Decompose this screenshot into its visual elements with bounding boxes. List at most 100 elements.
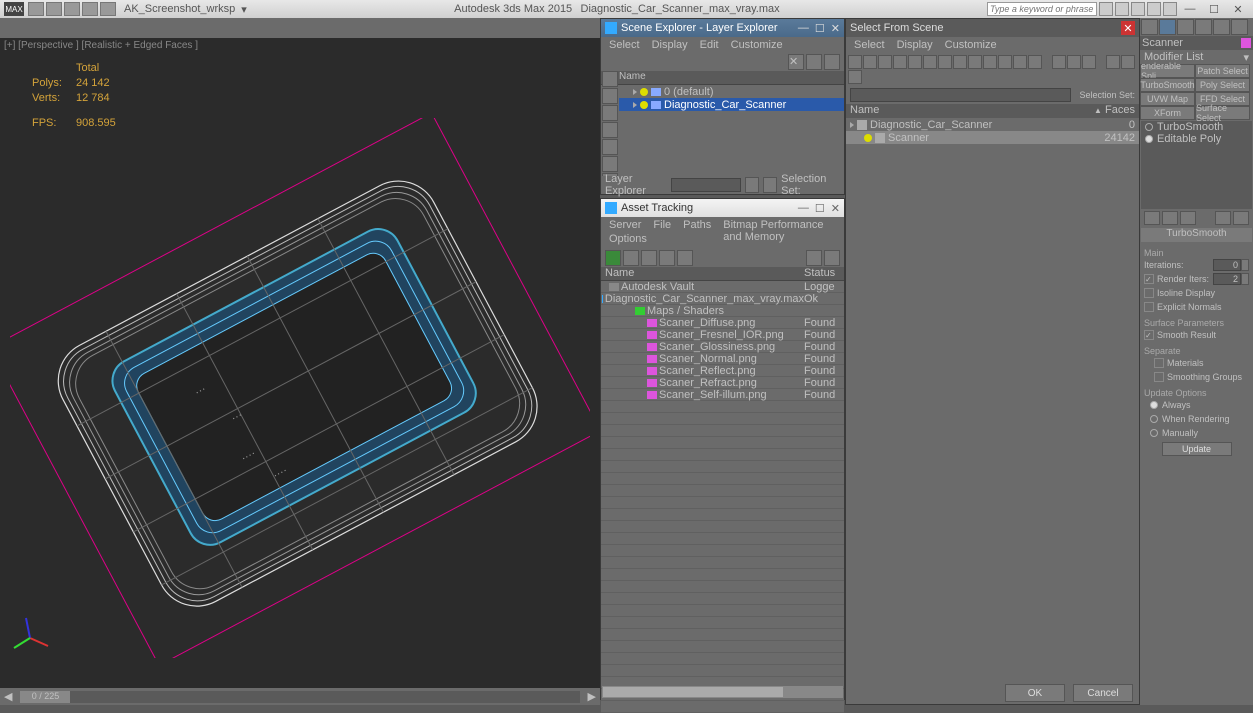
cancel-button[interactable]: Cancel bbox=[1073, 684, 1133, 702]
stack-item[interactable]: Editable Poly bbox=[1141, 133, 1252, 145]
se-tb-btn-2[interactable] bbox=[806, 54, 822, 70]
maximize-button[interactable]: ☐ bbox=[1203, 2, 1225, 16]
asset-row[interactable]: Scaner_Diffuse.pngFound bbox=[601, 317, 844, 329]
window-maximize-icon[interactable]: ☐ bbox=[815, 202, 825, 215]
asset-row[interactable]: Scaner_Refract.pngFound bbox=[601, 377, 844, 389]
tab-motion-icon[interactable] bbox=[1195, 19, 1212, 35]
mod-btn[interactable]: enderable Spli bbox=[1140, 64, 1195, 78]
sfs-flt-7[interactable] bbox=[938, 55, 952, 69]
bulb-icon[interactable] bbox=[640, 88, 648, 96]
sfs-row[interactable]: Scanner 24142 bbox=[846, 131, 1139, 144]
smooth-result-check[interactable] bbox=[1144, 330, 1154, 340]
sfs-flt-14[interactable] bbox=[1052, 55, 1066, 69]
tb-open-icon[interactable] bbox=[46, 2, 62, 16]
stack-unique-icon[interactable] bbox=[1180, 211, 1196, 225]
mod-btn[interactable]: Patch Select bbox=[1195, 64, 1250, 78]
sfs-row[interactable]: Diagnostic_Car_Scanner 0 bbox=[846, 118, 1139, 131]
sfs-flt-6[interactable] bbox=[923, 55, 937, 69]
tab-create-icon[interactable] bbox=[1141, 19, 1158, 35]
sfs-flt-8[interactable] bbox=[953, 55, 967, 69]
tb-new-icon[interactable] bbox=[28, 2, 44, 16]
frame-back-icon[interactable]: ◀ bbox=[0, 690, 16, 703]
scene-explorer-header[interactable]: Name bbox=[601, 71, 844, 85]
sfs-flt-5[interactable] bbox=[908, 55, 922, 69]
at-btn-7[interactable] bbox=[824, 250, 840, 266]
frame-fwd-icon[interactable]: ▶ bbox=[584, 690, 600, 703]
menu-options[interactable]: Options bbox=[609, 233, 647, 247]
isoline-check[interactable] bbox=[1144, 288, 1154, 298]
at-btn-6[interactable] bbox=[806, 250, 822, 266]
asset-row[interactable]: Scaner_Reflect.pngFound bbox=[601, 365, 844, 377]
radio-manually[interactable] bbox=[1150, 429, 1158, 437]
mod-btn[interactable]: Poly Select bbox=[1195, 78, 1250, 92]
render-iters-spinner[interactable]: 2 bbox=[1213, 273, 1241, 285]
stack-pin-icon[interactable] bbox=[1144, 211, 1160, 225]
menu-file[interactable]: File bbox=[653, 219, 671, 231]
sfs-flt-13[interactable] bbox=[1028, 55, 1042, 69]
sfs-flt-1[interactable] bbox=[848, 55, 862, 69]
menu-display[interactable]: Display bbox=[897, 39, 933, 51]
at-btn-4[interactable] bbox=[659, 250, 675, 266]
at-btn-2[interactable] bbox=[623, 250, 639, 266]
sfs-flt-15[interactable] bbox=[1067, 55, 1081, 69]
asset-row[interactable]: Autodesk VaultLogge bbox=[601, 281, 844, 293]
rollout-header[interactable]: TurboSmooth bbox=[1141, 228, 1252, 242]
tab-modify-icon[interactable] bbox=[1159, 19, 1176, 35]
filter-btn-5[interactable] bbox=[602, 139, 618, 155]
tb-redo-icon[interactable] bbox=[100, 2, 116, 16]
tab-hierarchy-icon[interactable] bbox=[1177, 19, 1194, 35]
sfs-flt-2[interactable] bbox=[863, 55, 877, 69]
asset-row[interactable]: Scaner_Normal.pngFound bbox=[601, 353, 844, 365]
workspace-label[interactable]: AK_Screenshot_wrksp bbox=[124, 3, 235, 15]
viewport[interactable]: [+] [Perspective ] [Realistic + Edged Fa… bbox=[0, 38, 600, 688]
menu-server[interactable]: Server bbox=[609, 219, 641, 231]
radio-always[interactable] bbox=[1150, 401, 1158, 409]
asset-row[interactable]: Scaner_Glossiness.pngFound bbox=[601, 341, 844, 353]
minimize-button[interactable]: — bbox=[1179, 2, 1201, 16]
sfs-titlebar[interactable]: Select From Scene ✕ bbox=[846, 19, 1139, 37]
sfs-flt-17[interactable] bbox=[1106, 55, 1120, 69]
sfs-close-button[interactable]: ✕ bbox=[1121, 21, 1135, 35]
menu-select[interactable]: Select bbox=[854, 39, 885, 51]
smoothgrp-check[interactable] bbox=[1154, 372, 1164, 382]
bulb-icon[interactable] bbox=[640, 101, 648, 109]
radio-rendering[interactable] bbox=[1150, 415, 1158, 423]
sfs-flt-16[interactable] bbox=[1082, 55, 1096, 69]
sfs-flt-11[interactable] bbox=[998, 55, 1012, 69]
spinner-up-icon[interactable] bbox=[1241, 273, 1249, 285]
tb-undo-icon[interactable] bbox=[82, 2, 98, 16]
filter-btn-2[interactable] bbox=[602, 88, 618, 104]
iterations-spinner[interactable]: 0 bbox=[1213, 259, 1241, 271]
stack-show-icon[interactable] bbox=[1162, 211, 1178, 225]
filter-btn-1[interactable] bbox=[602, 71, 618, 87]
asset-tracking-titlebar[interactable]: Asset Tracking —☐✕ bbox=[601, 199, 844, 217]
asset-row[interactable]: Scaner_Self-illum.pngFound bbox=[601, 389, 844, 401]
tree-row[interactable]: 0 (default) bbox=[619, 85, 844, 98]
sfs-flt-4[interactable] bbox=[893, 55, 907, 69]
tb-save-icon[interactable] bbox=[64, 2, 80, 16]
se-btm-btn-2[interactable] bbox=[763, 177, 777, 193]
object-name-field[interactable]: Scanner bbox=[1140, 36, 1253, 50]
se-tb-btn-3[interactable] bbox=[824, 54, 840, 70]
stack-remove-icon[interactable] bbox=[1215, 211, 1231, 225]
sfs-flt-19[interactable] bbox=[848, 70, 862, 84]
subs-icon[interactable] bbox=[1115, 2, 1129, 16]
sfs-header[interactable]: Name ▲ Faces bbox=[846, 104, 1139, 118]
tab-display-icon[interactable] bbox=[1213, 19, 1230, 35]
asset-row[interactable]: Scaner_Fresnel_IOR.pngFound bbox=[601, 329, 844, 341]
filter-btn-6[interactable] bbox=[602, 156, 618, 172]
window-maximize-icon[interactable]: ☐ bbox=[815, 22, 825, 35]
info-icon[interactable] bbox=[1163, 2, 1177, 16]
sfs-flt-10[interactable] bbox=[983, 55, 997, 69]
tab-utilities-icon[interactable] bbox=[1231, 19, 1248, 35]
window-close-icon[interactable]: ✕ bbox=[831, 22, 840, 35]
help-icon[interactable] bbox=[1099, 2, 1113, 16]
menu-customize[interactable]: Customize bbox=[945, 39, 997, 51]
scene-explorer-titlebar[interactable]: Scene Explorer - Layer Explorer —☐✕ bbox=[601, 19, 844, 37]
cloud-icon[interactable] bbox=[1131, 2, 1145, 16]
window-close-icon[interactable]: ✕ bbox=[831, 202, 840, 215]
time-thumb[interactable]: 0 / 225 bbox=[20, 691, 70, 703]
color-swatch[interactable] bbox=[1241, 38, 1251, 48]
ok-button[interactable]: OK bbox=[1005, 684, 1065, 702]
stack-config-icon[interactable] bbox=[1233, 211, 1249, 225]
